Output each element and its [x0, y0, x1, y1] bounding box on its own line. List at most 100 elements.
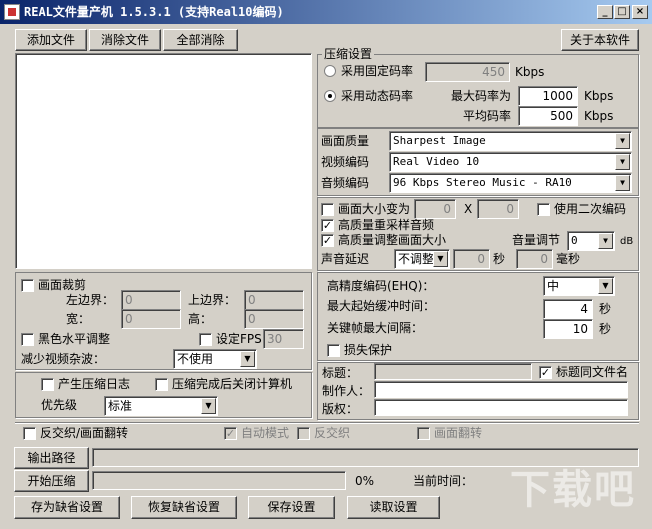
- delay-ms-unit: 毫秒: [556, 252, 581, 266]
- title-same-label: 标题同文件名: [556, 365, 629, 379]
- meta-title-label: 标题：: [322, 366, 359, 380]
- fixed-bitrate-radio[interactable]: [324, 65, 336, 77]
- fixed-bitrate-label: 采用固定码率: [341, 64, 414, 78]
- volume-value: 0: [571, 234, 578, 247]
- dynamic-bitrate-label: 采用动态码率: [341, 89, 414, 103]
- audio-codec-select[interactable]: 96 Kbps Stereo Music - RA10 ▼: [389, 173, 632, 193]
- flip-checkbox[interactable]: [417, 427, 430, 440]
- resize-checkbox[interactable]: [321, 203, 334, 216]
- crop-width-label: 宽：: [66, 312, 91, 326]
- resize-height-input[interactable]: 0: [477, 199, 519, 219]
- deinterlace-label: 反交织: [314, 426, 351, 440]
- loss-protect-label: 损失保护: [344, 343, 393, 357]
- fps-label: 设定FPS: [216, 332, 262, 346]
- generate-log-label: 产生压缩日志: [58, 377, 131, 391]
- keyframe-input[interactable]: 10: [543, 319, 593, 339]
- max-buffer-input[interactable]: 4: [543, 299, 593, 319]
- minimize-button[interactable]: _: [597, 5, 613, 19]
- crop-top-label: 上边界：: [188, 293, 237, 307]
- meta-title-input[interactable]: [374, 363, 532, 380]
- crop-height-input[interactable]: 0: [244, 309, 304, 329]
- fixed-bitrate-input[interactable]: 450: [425, 62, 510, 82]
- title-same-checkbox[interactable]: ✓: [539, 366, 552, 379]
- fps-input[interactable]: 30: [263, 329, 304, 349]
- deinterlace-flip-label: 反交织/画面翻转: [40, 426, 129, 440]
- crop-checkbox[interactable]: [21, 279, 34, 292]
- shutdown-label: 压缩完成后关闭计算机: [172, 377, 293, 391]
- save-default-button[interactable]: 存为缺省设置: [14, 496, 120, 519]
- save-settings-button[interactable]: 保存设置: [248, 496, 335, 519]
- generate-log-checkbox[interactable]: [41, 378, 54, 391]
- two-pass-checkbox[interactable]: [537, 203, 550, 216]
- meta-copyright-input[interactable]: [374, 399, 628, 416]
- priority-select[interactable]: 标准 ▼: [104, 396, 218, 416]
- close-button[interactable]: ×: [632, 5, 648, 19]
- ehq-value: 中: [547, 279, 560, 293]
- delay-seconds-input[interactable]: 0: [453, 249, 490, 269]
- maximize-button[interactable]: □: [614, 5, 630, 19]
- auto-mode-label: 自动模式: [241, 426, 290, 440]
- picture-quality-select[interactable]: Sharpest Image ▼: [389, 131, 632, 151]
- auto-mode-checkbox[interactable]: ✓: [224, 427, 237, 440]
- shutdown-checkbox[interactable]: [155, 378, 168, 391]
- deinterlace-flip-checkbox[interactable]: [23, 427, 36, 440]
- app-icon: [4, 4, 20, 20]
- fps-checkbox[interactable]: [199, 333, 212, 346]
- priority-value: 标准: [108, 399, 133, 413]
- video-codec-label: 视频编码: [321, 155, 370, 169]
- audio-delay-mode: 不调整: [398, 252, 435, 266]
- avg-bitrate-unit: Kbps: [584, 109, 614, 123]
- keyframe-label: 关键帧最大间隔：: [327, 321, 424, 335]
- noise-select[interactable]: 不使用 ▼: [173, 349, 257, 369]
- max-buffer-unit: 秒: [599, 302, 612, 316]
- volume-select[interactable]: 0 ▼: [567, 231, 615, 251]
- progress-bar: [92, 471, 346, 490]
- chevron-down-icon: ▼: [240, 351, 255, 367]
- priority-label: 优先级: [41, 398, 78, 412]
- current-time-label: 当前时间：: [413, 474, 474, 488]
- remove-files-button[interactable]: 消除文件: [89, 29, 161, 51]
- restore-default-button[interactable]: 恢复缺省设置: [131, 496, 237, 519]
- clear-all-button[interactable]: 全部消除: [163, 29, 238, 51]
- video-codec-select[interactable]: Real Video 10 ▼: [389, 152, 632, 172]
- meta-author-input[interactable]: [374, 381, 628, 398]
- chevron-down-icon: ▼: [201, 398, 216, 414]
- ehq-select[interactable]: 中 ▼: [543, 276, 615, 296]
- deinterlace-checkbox[interactable]: [297, 427, 310, 440]
- chevron-down-icon: ▼: [615, 133, 630, 149]
- start-button[interactable]: 开始压缩: [14, 470, 89, 492]
- audio-delay-select[interactable]: 不调整 ▼: [394, 249, 450, 269]
- max-bitrate-input[interactable]: 1000: [518, 86, 578, 106]
- resize-label: 画面大小变为: [338, 202, 411, 216]
- hq-resample-checkbox[interactable]: ✓: [321, 219, 334, 232]
- hq-resize-label: 高质量调整画面大小: [338, 233, 447, 247]
- noise-label: 减少视频杂波：: [21, 352, 106, 366]
- audio-codec-value: 96 Kbps Stereo Music - RA10: [393, 176, 572, 189]
- chevron-down-icon: ▼: [615, 175, 630, 191]
- black-level-checkbox[interactable]: [21, 333, 34, 346]
- add-files-button[interactable]: 添加文件: [15, 29, 87, 51]
- picture-quality-label: 画面质量: [321, 134, 370, 148]
- chevron-down-icon: ▼: [598, 278, 613, 294]
- avg-bitrate-input[interactable]: 500: [518, 106, 578, 126]
- window-title: REAL文件量产机 1.5.3.1 (支持Real10编码): [24, 5, 284, 19]
- crop-width-input[interactable]: 0: [121, 309, 181, 329]
- file-list[interactable]: [15, 53, 312, 269]
- output-path-button[interactable]: 输出路径: [14, 447, 89, 469]
- two-pass-label: 使用二次编码: [554, 202, 627, 216]
- noise-value: 不使用: [177, 352, 214, 366]
- crop-top-input[interactable]: 0: [244, 290, 304, 310]
- crop-left-input[interactable]: 0: [121, 290, 181, 310]
- load-settings-button[interactable]: 读取设置: [347, 496, 440, 519]
- about-button[interactable]: 关于本软件: [561, 29, 639, 51]
- black-level-label: 黑色水平调整: [38, 332, 111, 346]
- delay-ms-input[interactable]: 0: [516, 249, 553, 269]
- picture-quality-value: Sharpest Image: [393, 134, 486, 147]
- resize-width-input[interactable]: 0: [414, 199, 456, 219]
- dynamic-bitrate-radio[interactable]: [324, 90, 336, 102]
- hq-resize-checkbox[interactable]: ✓: [321, 234, 334, 247]
- chevron-down-icon: ▼: [615, 154, 630, 170]
- loss-protect-checkbox[interactable]: [327, 344, 340, 357]
- progress-percent: 0%: [355, 474, 375, 488]
- hq-resample-label: 高质量重采样音频: [338, 218, 435, 232]
